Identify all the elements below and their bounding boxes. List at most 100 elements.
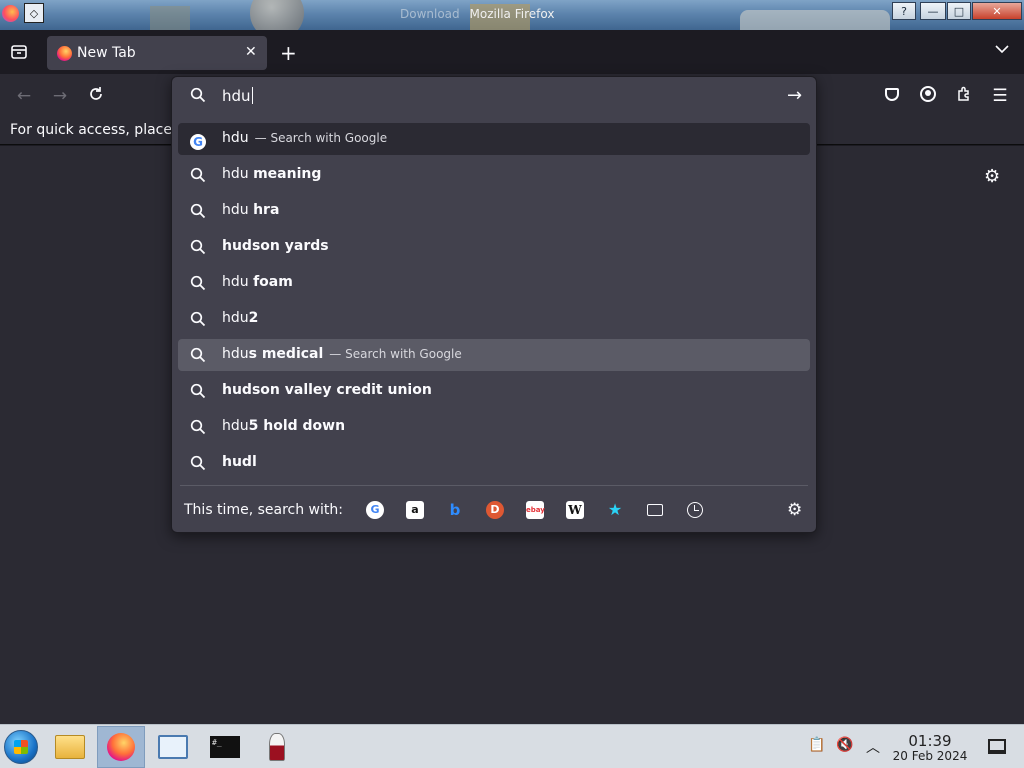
suggestion-text: hudson valley credit union (222, 382, 432, 398)
volume-muted-icon[interactable]: 🔇 (836, 737, 853, 753)
duckduckgo-engine-icon[interactable]: D (486, 501, 504, 519)
typed-text: hdu (222, 310, 249, 326)
bing-engine-icon[interactable]: b (446, 501, 464, 519)
tray-expand-icon[interactable]: ︿ (866, 737, 880, 757)
typed-text: hdu (222, 202, 254, 218)
wine-icon[interactable] (253, 726, 301, 768)
search-icon (190, 311, 206, 327)
urlbar-popup: hdu → Ghdu — Search with Google hdu meanin… (171, 76, 817, 533)
completion-text: hudl (222, 454, 257, 470)
minimize-button[interactable]: — (920, 2, 946, 20)
settings-icon[interactable] (149, 726, 197, 768)
firefox-favicon-icon (57, 46, 72, 61)
forward-icon[interactable]: → (50, 86, 70, 106)
suggestion-text: hudl (222, 454, 257, 470)
search-action-text: — Search with Google (254, 131, 388, 145)
suggestion-row[interactable]: hdu5 hold down (178, 411, 810, 443)
start-menu-button[interactable] (4, 730, 38, 764)
wikipedia-engine-icon[interactable]: W (566, 501, 584, 519)
suggestion-text: hdus medical — Search with Google (222, 346, 462, 362)
typed-text: hdu (222, 130, 249, 146)
terminal-icon[interactable]: #_ (201, 726, 249, 768)
pocket-icon[interactable] (882, 86, 902, 106)
suggestion-row[interactable]: hdu foam (178, 267, 810, 299)
suggestion-list: Ghdu — Search with Google hdu meaning hdu h… (178, 123, 810, 483)
search-icon (190, 239, 206, 255)
show-desktop-icon[interactable] (988, 739, 1006, 754)
search-icon (190, 275, 206, 291)
account-icon[interactable] (918, 86, 938, 106)
clipboard-icon[interactable]: 📋 (808, 737, 825, 753)
tabs-icon[interactable] (646, 501, 664, 519)
one-off-label: This time, search with: (184, 502, 343, 518)
url-input-text[interactable]: hdu (222, 87, 253, 105)
amazon-engine-icon[interactable]: a (406, 501, 424, 519)
new-tab-button[interactable]: + (280, 41, 297, 65)
suggestion-text: hdu — Search with Google (222, 130, 387, 146)
tab-strip: New Tab ✕ + (0, 30, 1024, 74)
search-icon (190, 87, 206, 107)
search-icon (190, 455, 206, 471)
menu-icon[interactable]: ☰ (990, 86, 1010, 106)
completion-text: 2 (248, 310, 259, 326)
url-input[interactable]: hdu → (172, 77, 816, 117)
window-titlebar[interactable]: ◇ Download Mozilla Firefox ? — □ ✕ (0, 0, 1024, 30)
suggestion-row[interactable]: hdu hra (178, 195, 810, 227)
google-icon: G (190, 131, 206, 150)
clock-time[interactable]: 01:39 (890, 732, 970, 750)
firefox-view-icon[interactable] (10, 43, 30, 63)
history-clock-icon[interactable] (686, 501, 704, 519)
reload-icon[interactable] (86, 86, 106, 106)
suggestion-row[interactable]: hdu2 (178, 303, 810, 335)
close-tab-icon[interactable]: ✕ (245, 44, 257, 60)
suggestion-row[interactable]: hudson valley credit union (178, 375, 810, 407)
file-manager-icon[interactable] (46, 726, 94, 768)
tab-new-tab[interactable]: New Tab ✕ (47, 36, 267, 70)
typed-text: hdu (222, 166, 254, 182)
suggestion-text: hdu hra (222, 202, 279, 218)
suggestion-text: hdu foam (222, 274, 293, 290)
search-icon (190, 347, 206, 363)
suggestion-row[interactable]: Ghdu — Search with Google (178, 123, 810, 155)
search-settings-gear-icon[interactable]: ⚙ (787, 500, 802, 520)
completion-text: meaning (253, 166, 322, 182)
suggestion-text: hdu meaning (222, 166, 321, 182)
completion-text: hudson valley credit union (222, 382, 432, 398)
help-button[interactable]: ? (892, 2, 916, 20)
typed-text: hdu (222, 418, 249, 434)
suggestion-row[interactable]: hdu meaning (178, 159, 810, 191)
divider (180, 485, 808, 486)
search-icon (190, 383, 206, 399)
suggestion-row[interactable]: hudl (178, 447, 810, 479)
suggestion-text: hdu2 (222, 310, 258, 326)
suggestion-text: hudson yards (222, 238, 329, 254)
completion-text: hudson yards (222, 238, 329, 254)
typed-text: hdu (222, 346, 249, 362)
firefox-icon[interactable] (97, 726, 145, 768)
clock-date[interactable]: 20 Feb 2024 (890, 749, 970, 763)
extensions-icon[interactable] (954, 86, 974, 106)
bookmarks-star-icon[interactable]: ★ (606, 501, 624, 519)
completion-text: foam (253, 274, 293, 290)
back-icon[interactable]: ← (14, 86, 34, 106)
search-icon (190, 167, 206, 183)
customize-gear-icon[interactable]: ⚙ (984, 166, 1000, 187)
list-all-tabs-chevron-icon[interactable] (995, 42, 1009, 58)
suggestion-row[interactable]: hudson yards (178, 231, 810, 263)
suggestion-row[interactable]: hdus medical — Search with Google (178, 339, 810, 371)
one-off-search-bar: This time, search with: G a b D ebay W ★… (172, 493, 816, 529)
google-engine-icon[interactable]: G (366, 501, 384, 519)
typed-text: hdu (222, 274, 254, 290)
completion-text: hra (253, 202, 280, 218)
search-icon (190, 419, 206, 435)
suggestion-text: hdu5 hold down (222, 418, 345, 434)
completion-text: s medical (248, 346, 324, 362)
close-window-button[interactable]: ✕ (972, 2, 1022, 20)
window-title: Mozilla Firefox (469, 7, 555, 21)
bookmarks-empty-message: For quick access, place y (10, 122, 185, 138)
maximize-button[interactable]: □ (947, 2, 971, 20)
tab-label: New Tab (77, 45, 136, 61)
go-arrow-icon[interactable]: → (787, 85, 802, 106)
completion-text: 5 hold down (248, 418, 346, 434)
ebay-engine-icon[interactable]: ebay (526, 501, 545, 519)
